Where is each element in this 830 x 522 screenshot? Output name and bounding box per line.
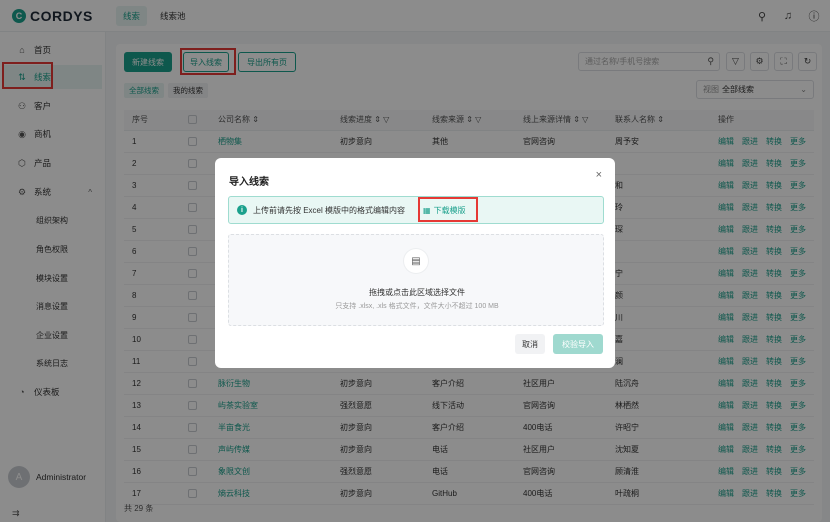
excel-file-icon: ▤ <box>404 249 428 273</box>
import-modal: 导入线索 × i 上传前请先按 Excel 模版中的格式编辑内容 ▦ 下载模版 … <box>215 158 615 368</box>
download-template-link[interactable]: ▦ 下载模版 <box>423 205 466 216</box>
download-template-label: 下载模版 <box>433 205 466 215</box>
validate-import-button[interactable]: 校验导入 <box>553 334 603 354</box>
close-icon[interactable]: × <box>596 169 602 181</box>
dropzone-main-text: 拖拽或点击此区域选择文件 <box>369 288 465 297</box>
info-icon: i <box>237 205 247 215</box>
info-alert: i 上传前请先按 Excel 模版中的格式编辑内容 ▦ 下载模版 <box>228 196 604 224</box>
cancel-button[interactable]: 取消 <box>515 334 545 354</box>
file-dropzone[interactable]: ▤ 拖拽或点击此区域选择文件 只支持 .xlsx, .xls 格式文件，文件大小… <box>228 234 604 326</box>
modal-title: 导入线索 <box>229 177 269 188</box>
dropzone-hint-text: 只支持 .xlsx, .xls 格式文件，文件大小不超过 100 MB <box>335 303 499 310</box>
alert-text: 上传前请先按 Excel 模版中的格式编辑内容 <box>253 205 406 215</box>
excel-icon: ▦ <box>423 205 431 215</box>
